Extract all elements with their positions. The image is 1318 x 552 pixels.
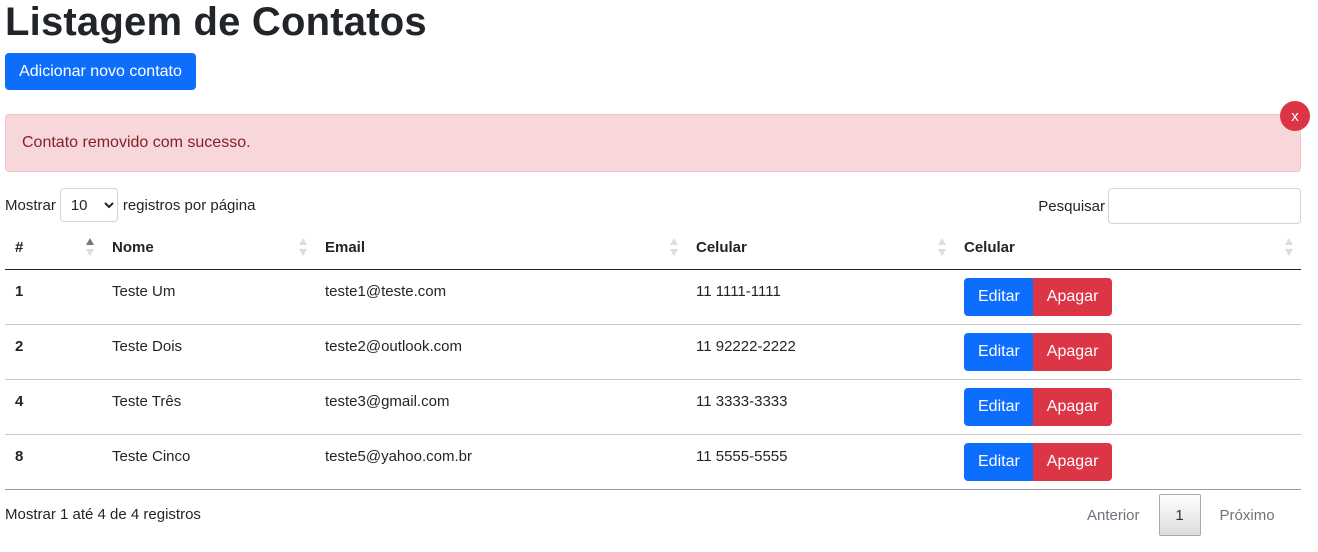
edit-button[interactable]: Editar [964, 387, 1034, 426]
cell-id: 2 [5, 324, 102, 380]
column-header-label: Email [325, 238, 366, 256]
search-input[interactable] [1108, 188, 1301, 224]
column-header-label: # [15, 238, 24, 256]
column-header-label: Nome [112, 238, 154, 256]
page-length-select[interactable]: 10 [59, 188, 118, 222]
length-suffix: registros por página [122, 196, 256, 214]
delete-button[interactable]: Apagar [1032, 387, 1113, 426]
next-page-button[interactable]: Próximo [1201, 507, 1294, 524]
column-header-phone[interactable]: Celular [686, 226, 954, 270]
sort-icon [670, 238, 678, 256]
pagination: Anterior 1 Próximo [1068, 494, 1294, 536]
edit-button[interactable]: Editar [964, 277, 1034, 316]
cell-id: 8 [5, 434, 102, 490]
delete-button[interactable]: Apagar [1032, 332, 1113, 371]
cell-phone: 11 1111-1111 [686, 269, 954, 325]
search-label: Pesquisar [1038, 197, 1105, 215]
previous-page-button[interactable]: Anterior [1068, 507, 1159, 524]
column-header-label: Celular [696, 238, 747, 256]
cell-name: Teste Um [102, 269, 315, 325]
table-row: 8 Teste Cinco teste5@yahoo.com.br 11 555… [5, 434, 1301, 490]
page-1-button[interactable]: 1 [1158, 494, 1201, 536]
add-contact-button[interactable]: Adicionar novo contato [5, 53, 196, 90]
column-header-email[interactable]: Email [315, 226, 686, 270]
cell-email: teste5@yahoo.com.br [315, 434, 686, 490]
sort-icon [938, 238, 946, 256]
cell-id: 1 [5, 269, 102, 325]
table-info: Mostrar 1 até 4 de 4 registros [5, 506, 201, 523]
edit-button[interactable]: Editar [964, 442, 1034, 481]
cell-name: Teste Dois [102, 324, 315, 380]
cell-actions: Editar Apagar [954, 269, 1301, 325]
table-row: 2 Teste Dois teste2@outlook.com 11 92222… [5, 324, 1301, 380]
column-header-actions[interactable]: Celular [954, 226, 1301, 270]
table-row: 4 Teste Três teste3@gmail.com 11 3333-33… [5, 379, 1301, 435]
column-header-name[interactable]: Nome [102, 226, 315, 270]
cell-phone: 11 92222-2222 [686, 324, 954, 380]
cell-email: teste3@gmail.com [315, 379, 686, 435]
cell-email: teste2@outlook.com [315, 324, 686, 380]
length-prefix: Mostrar [5, 196, 56, 214]
alert-close-button[interactable]: x [1280, 101, 1310, 131]
contacts-table: # Nome Email Celular Celular 1 Teste Um … [5, 226, 1301, 490]
cell-name: Teste Três [102, 379, 315, 435]
table-header-row: # Nome Email Celular Celular [5, 226, 1301, 270]
sort-icon [299, 238, 307, 256]
table-row: 1 Teste Um teste1@teste.com 11 1111-1111… [5, 269, 1301, 325]
cell-actions: Editar Apagar [954, 434, 1301, 490]
cell-actions: Editar Apagar [954, 324, 1301, 380]
cell-phone: 11 5555-5555 [686, 434, 954, 490]
success-alert: Contato removido com sucesso. [5, 114, 1301, 172]
cell-email: teste1@teste.com [315, 269, 686, 325]
alert-message: Contato removido com sucesso. [22, 134, 251, 151]
delete-button[interactable]: Apagar [1032, 277, 1113, 316]
cell-name: Teste Cinco [102, 434, 315, 490]
search-control: Pesquisar [1038, 188, 1301, 224]
sort-icon [86, 238, 94, 256]
cell-actions: Editar Apagar [954, 379, 1301, 435]
column-header-id[interactable]: # [5, 226, 102, 270]
sort-icon [1285, 238, 1293, 256]
column-header-label: Celular [964, 238, 1015, 256]
edit-button[interactable]: Editar [964, 332, 1034, 371]
delete-button[interactable]: Apagar [1032, 442, 1113, 481]
cell-id: 4 [5, 379, 102, 435]
page-length-control: Mostrar 10 registros por página [5, 188, 255, 222]
cell-phone: 11 3333-3333 [686, 379, 954, 435]
page-title: Listagem de Contatos [5, 0, 427, 44]
